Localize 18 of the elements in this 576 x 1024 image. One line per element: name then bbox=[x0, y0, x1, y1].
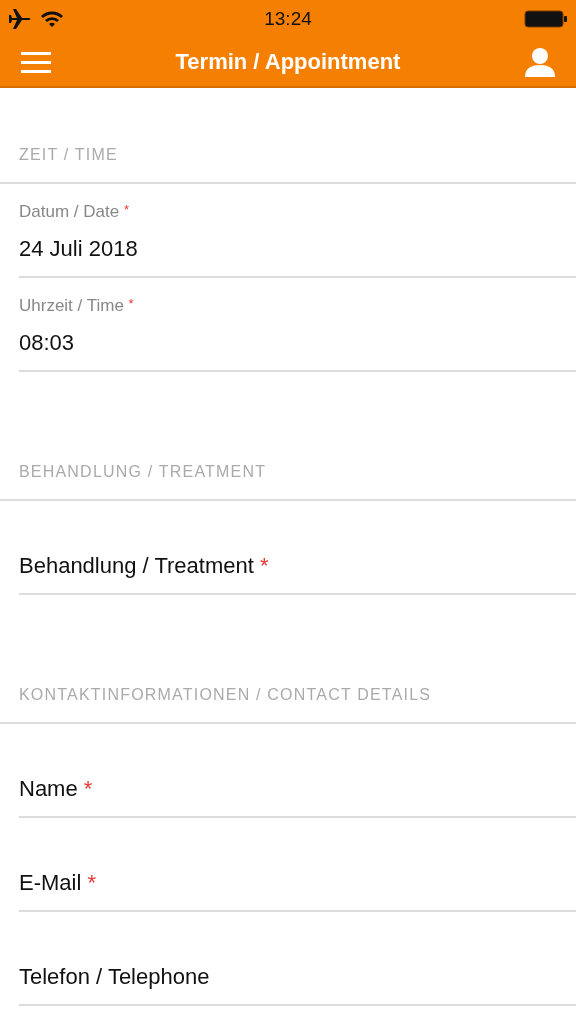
text-field[interactable]: 24 Juli 2018 bbox=[19, 236, 576, 262]
status-time: 13:24 bbox=[264, 8, 312, 30]
menu-icon[interactable] bbox=[20, 50, 52, 74]
text-field[interactable]: E-Mail * bbox=[19, 818, 576, 912]
field-label: Uhrzeit / Time * bbox=[19, 296, 135, 316]
text-field[interactable]: 08:03 bbox=[19, 330, 576, 356]
wifi-icon bbox=[40, 10, 64, 28]
battery-icon bbox=[524, 10, 568, 28]
text-field[interactable]: Telefon / Telephone bbox=[19, 912, 576, 1006]
user-icon[interactable] bbox=[524, 47, 556, 77]
text-field[interactable]: Name * bbox=[19, 724, 576, 818]
field-label: Datum / Date * bbox=[19, 202, 130, 222]
screen-title: Termin / Appointment bbox=[175, 49, 401, 75]
text-field[interactable]: Behandlung / Treatment * bbox=[19, 501, 576, 595]
section-heading: BEHANDLUNG / TREATMENT bbox=[19, 463, 267, 481]
airplane-icon bbox=[8, 8, 32, 30]
section-heading: ZEIT / TIME bbox=[19, 146, 118, 164]
section-heading: KONTAKTINFORMATIONEN / CONTACT DETAILS bbox=[19, 686, 432, 704]
